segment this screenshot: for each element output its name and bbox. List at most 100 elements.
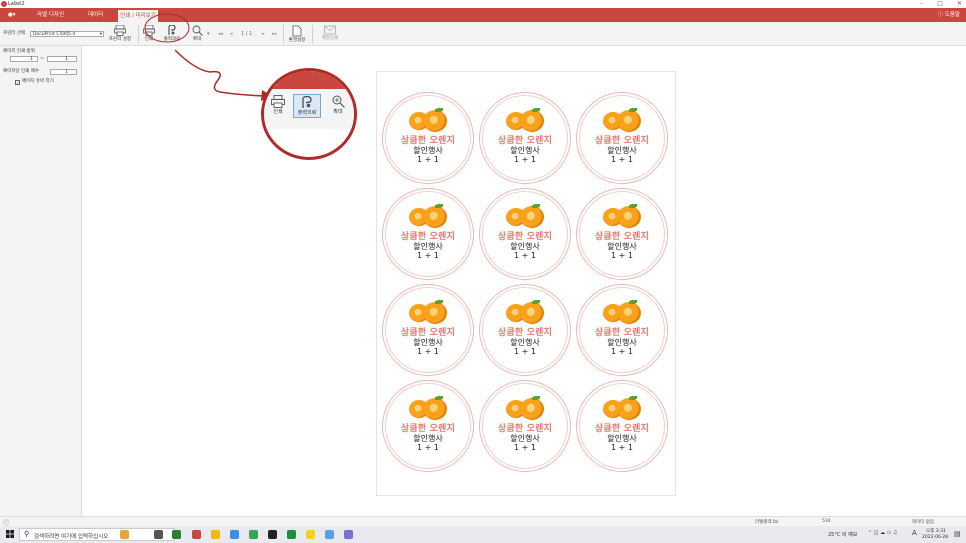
label-item: 상큼한 오렌지 할인행사 1 + 1 — [382, 380, 474, 472]
label-app-icon[interactable] — [192, 530, 201, 539]
ime-indicator[interactable]: A — [912, 529, 917, 537]
range-from-value: 1 — [30, 57, 33, 62]
label-line1: 할인행사 — [607, 434, 637, 443]
orange-image — [502, 108, 548, 134]
callout-header-bar — [264, 71, 354, 89]
label-line1: 할인행사 — [607, 338, 637, 347]
env-setup-label: 환경설정 — [288, 38, 306, 43]
orange-image — [405, 396, 451, 422]
printer-select-label: 프린터 선택 — [3, 31, 26, 36]
label-line1: 할인행사 — [607, 146, 637, 155]
title-bar: Label2 – □ ✕ — [0, 0, 966, 8]
label-inner-ring: 상큼한 오렌지 할인행사 1 + 1 — [579, 95, 665, 181]
label-line1: 할인행사 — [510, 338, 540, 347]
search-icon: ⚲ — [24, 530, 30, 538]
orange-image — [599, 108, 645, 134]
callout-print-request-label: 출력의뢰 — [297, 110, 317, 116]
printer-select[interactable]: DocuPrint C5005 d ▾ — [30, 31, 104, 37]
orange-image — [405, 204, 451, 230]
label-item: 상큼한 오렌지 할인행사 1 + 1 — [576, 188, 668, 280]
callout-print-request-button[interactable]: 출력의뢰 — [293, 94, 321, 118]
copies-value: 1 — [65, 70, 68, 75]
left-panel — [0, 46, 82, 516]
callout-tab: 보기 — [268, 81, 278, 87]
orange-image — [502, 300, 548, 326]
label-item: 상큼한 오렌지 할인행사 1 + 1 — [479, 188, 571, 280]
taskbar-search-placeholder: 검색하려면 여기에 입력하십시오 — [34, 534, 109, 540]
label-line1: 할인행사 — [413, 242, 443, 251]
label-line2: 1 + 1 — [514, 347, 536, 356]
orange-image — [599, 204, 645, 230]
range-to-field[interactable]: 1 — [47, 56, 77, 62]
document-icon — [292, 25, 302, 37]
copies-label: 페이지당 인쇄 매수 — [3, 69, 39, 74]
separator — [312, 25, 313, 43]
chat-icon[interactable] — [306, 530, 315, 539]
windows-start-icon[interactable] — [6, 530, 14, 538]
checkbox[interactable]: ✓ — [15, 80, 20, 85]
label-line1: 할인행사 — [510, 146, 540, 155]
label-line2: 1 + 1 — [514, 443, 536, 452]
label-line1: 할인행사 — [510, 242, 540, 251]
env-setup-button[interactable]: 환경설정 — [286, 25, 308, 43]
request-icon — [302, 96, 312, 108]
tool-icon[interactable] — [325, 530, 334, 539]
magnifier-icon — [332, 95, 345, 108]
label-line1: 할인행사 — [413, 146, 443, 155]
label-item: 상큼한 오렌지 할인행사 1 + 1 — [576, 380, 668, 472]
app-icon[interactable] — [249, 530, 258, 539]
help-button[interactable]: ⓘ 도움말 — [938, 8, 960, 22]
label-line1: 할인행사 — [607, 242, 637, 251]
range-tilde: ~ — [40, 56, 45, 62]
label-line2: 1 + 1 — [514, 155, 536, 164]
design-icon[interactable] — [344, 530, 353, 539]
label-line2: 1 + 1 — [611, 443, 633, 452]
label-line2: 1 + 1 — [514, 251, 536, 260]
copies-field[interactable]: 1 — [50, 69, 77, 75]
printer-icon — [114, 25, 126, 36]
status-data: 데이터 없음 — [912, 520, 935, 525]
tab-label-design[interactable]: 라벨 디자인 — [37, 8, 64, 22]
label-line1: 할인행사 — [413, 338, 443, 347]
orange-image — [405, 300, 451, 326]
excel-icon[interactable] — [287, 530, 296, 539]
minimize-button[interactable]: – — [920, 0, 923, 8]
edge-icon[interactable] — [230, 530, 239, 539]
taskbar-search-box[interactable]: ⚲ 검색하려면 여기에 입력하십시오 — [19, 528, 175, 541]
tab-data[interactable]: 데이터 — [88, 8, 103, 22]
terminal-icon[interactable] — [268, 530, 277, 539]
notification-icon[interactable]: ▤ — [954, 530, 961, 538]
label-inner-ring: 상큼한 오렌지 할인행사 1 + 1 — [482, 191, 568, 277]
range-to-value: 1 — [65, 57, 68, 62]
app-menu-button[interactable]: ●▾ — [8, 8, 16, 22]
widget-icon[interactable] — [120, 530, 129, 539]
label-inner-ring: 상큼한 오렌지 할인행사 1 + 1 — [385, 191, 471, 277]
task-view-icon[interactable] — [154, 530, 163, 539]
page-range-label: 페이지 인쇄 범위 — [3, 49, 35, 54]
label-item: 상큼한 오렌지 할인행사 1 + 1 — [479, 380, 571, 472]
callout-print-button[interactable]: 인쇄 — [270, 95, 286, 115]
status-bar: ⓘ 라벨출력.lbl 534 데이터 없음 — [0, 516, 966, 527]
clock-time[interactable]: 오후 3:31 — [926, 528, 946, 534]
weather-text[interactable]: 25°C 비 예보 — [828, 531, 857, 538]
label-item: 상큼한 오렌지 할인행사 1 + 1 — [479, 92, 571, 184]
printer-setup-button[interactable]: 프린터 설정 — [106, 25, 134, 42]
callout-zoom-button[interactable]: 확대 — [328, 95, 348, 115]
explorer-icon[interactable] — [211, 530, 220, 539]
chrome-icon[interactable] — [172, 530, 181, 539]
clock-date[interactable]: 2022-06-28 — [922, 535, 948, 540]
label-inner-ring: 상큼한 오렌지 할인행사 1 + 1 — [385, 383, 471, 469]
orange-image — [599, 300, 645, 326]
label-inner-ring: 상큼한 오렌지 할인행사 1 + 1 — [579, 383, 665, 469]
label-item: 상큼한 오렌지 할인행사 1 + 1 — [576, 284, 668, 376]
email-print-button[interactable]: 메일인쇄 — [318, 25, 342, 41]
close-button[interactable]: ✕ — [957, 0, 962, 8]
chevron-down-icon: ▾ — [99, 32, 102, 37]
tray-icons[interactable]: ⌃ ◫ ☁ ▭ ♫ — [868, 530, 897, 536]
range-from-field[interactable]: 1 — [10, 56, 38, 62]
printer-icon — [271, 95, 285, 108]
label-inner-ring: 상큼한 오렌지 할인행사 1 + 1 — [579, 191, 665, 277]
label-inner-ring: 상큼한 오렌지 할인행사 1 + 1 — [579, 287, 665, 373]
label-item: 상큼한 오렌지 할인행사 1 + 1 — [382, 284, 474, 376]
maximize-button[interactable]: □ — [937, 0, 943, 8]
